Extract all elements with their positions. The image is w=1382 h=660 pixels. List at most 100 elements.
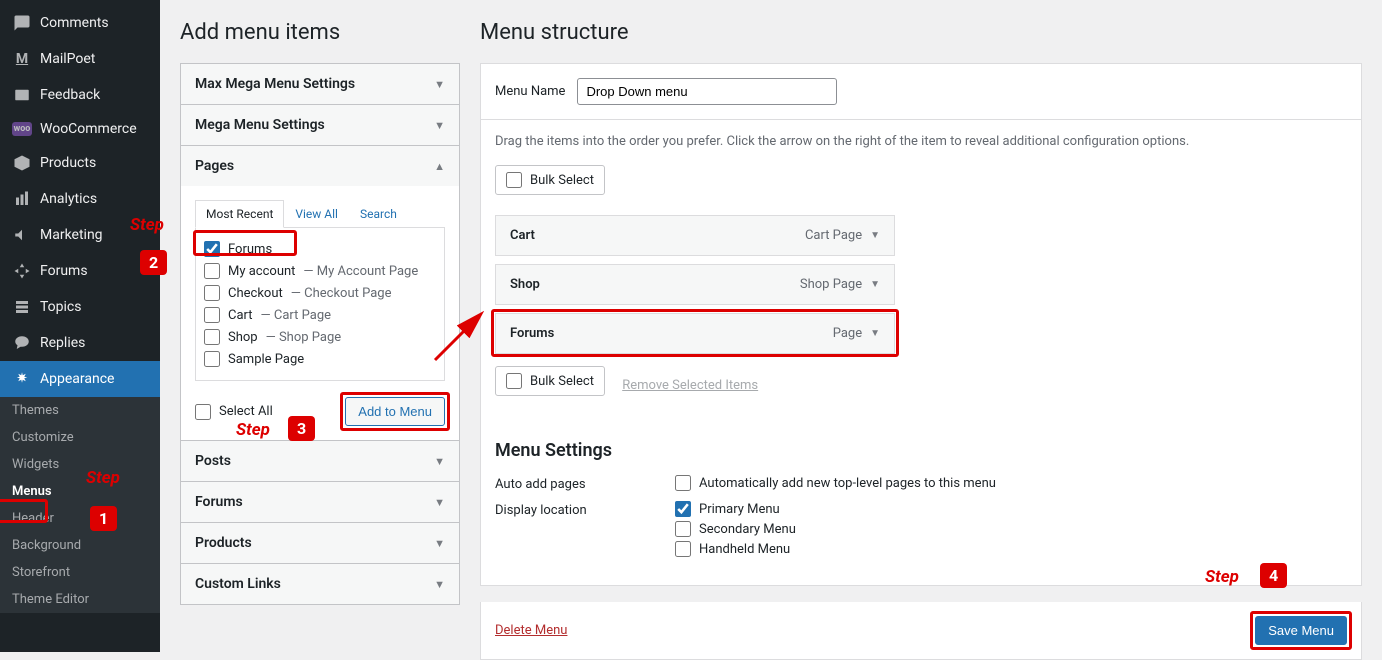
accordion-pages-header[interactable]: Pages ▲ — [181, 146, 459, 186]
menu-name-row: Menu Name — [480, 63, 1362, 119]
checkbox-secondary-menu[interactable] — [675, 521, 691, 537]
menu-structure-title: Menu structure — [480, 20, 1362, 45]
accordion-forums[interactable]: Forums ▼ — [180, 482, 460, 523]
sidebar-item-label: Forums — [40, 263, 88, 279]
sidebar-item-label: Topics — [40, 299, 81, 315]
sidebar-item-label: MailPoet — [40, 51, 95, 67]
sidebar-item-appearance[interactable]: Appearance — [0, 361, 160, 397]
accordion-label: Max Mega Menu Settings — [195, 76, 355, 92]
menu-item-type: Cart Page — [805, 228, 862, 243]
sidebar-item-label: Replies — [40, 335, 85, 351]
bulk-select-checkbox-top[interactable] — [506, 172, 522, 188]
menu-item-cart[interactable]: Cart Cart Page ▼ — [495, 215, 895, 256]
structure-body: Drag the items into the order you prefer… — [480, 119, 1362, 586]
chevron-down-icon: ▼ — [434, 78, 445, 91]
location-primary-row[interactable]: Primary Menu — [675, 499, 796, 519]
accordion-label: Pages — [195, 158, 234, 174]
location-secondary-row[interactable]: Secondary Menu — [675, 519, 796, 539]
checkbox-sample-page[interactable] — [204, 351, 220, 367]
page-item-sample-page[interactable]: Sample Page — [204, 348, 436, 370]
bulk-select-top[interactable]: Bulk Select — [495, 165, 605, 195]
checkbox-select-all[interactable] — [195, 404, 211, 420]
menu-footer-bar: Delete Menu Save Menu — [480, 602, 1362, 660]
sidebar-item-label: Marketing — [40, 227, 103, 243]
page-item-checkout[interactable]: Checkout — Checkout Page — [204, 282, 436, 304]
tab-search[interactable]: Search — [349, 200, 408, 227]
sidebar-appearance-subgroup: Themes Customize Widgets Menus Header Ba… — [0, 397, 160, 613]
forums-icon — [12, 261, 32, 281]
accordion-max-mega-menu[interactable]: Max Mega Menu Settings ▼ — [180, 63, 460, 105]
page-item-my-account[interactable]: My account — My Account Page — [204, 260, 436, 282]
analytics-icon — [12, 189, 32, 209]
checkbox-primary-menu[interactable] — [675, 501, 691, 517]
sidebar-item-label: Feedback — [40, 87, 100, 103]
bulk-select-bottom[interactable]: Bulk Select — [495, 366, 605, 396]
accordion-mega-menu[interactable]: Mega Menu Settings ▼ — [180, 105, 460, 146]
add-to-menu-button[interactable]: Add to Menu — [345, 397, 445, 426]
sidebar-subitem-background[interactable]: Background — [0, 532, 160, 559]
location-handheld-row[interactable]: Handheld Menu — [675, 539, 796, 559]
accordion-products[interactable]: Products ▼ — [180, 523, 460, 564]
tab-view-all[interactable]: View All — [284, 200, 349, 227]
accordion-pages: Pages ▲ Most Recent View All Search Foru… — [180, 146, 460, 441]
chevron-up-icon: ▲ — [434, 160, 445, 173]
chevron-down-icon[interactable]: ▼ — [870, 279, 880, 290]
page-suffix: — Shop Page — [266, 330, 342, 345]
sidebar-item-mailpoet[interactable]: M MailPoet — [0, 41, 160, 77]
checkbox-cart[interactable] — [204, 307, 220, 323]
chevron-down-icon[interactable]: ▼ — [870, 328, 880, 339]
topics-icon — [12, 297, 32, 317]
bulk-select-label: Bulk Select — [530, 173, 594, 188]
delete-menu-link[interactable]: Delete Menu — [495, 623, 567, 638]
tab-most-recent[interactable]: Most Recent — [195, 200, 284, 228]
sidebar-item-comments[interactable]: Comments — [0, 5, 160, 41]
display-location-label: Display location — [495, 499, 675, 559]
sidebar-item-feedback[interactable]: Feedback — [0, 77, 160, 113]
sidebar-item-replies[interactable]: Replies — [0, 325, 160, 361]
menu-item-shop[interactable]: Shop Shop Page ▼ — [495, 264, 895, 305]
checkbox-checkout[interactable] — [204, 285, 220, 301]
sidebar-subitem-widgets[interactable]: Widgets — [0, 451, 160, 478]
sidebar-item-topics[interactable]: Topics — [0, 289, 160, 325]
sidebar-item-forums[interactable]: Forums — [0, 253, 160, 289]
sidebar-subitem-storefront[interactable]: Storefront — [0, 559, 160, 586]
accordion-custom-links[interactable]: Custom Links ▼ — [180, 564, 460, 605]
feedback-icon — [12, 85, 32, 105]
sidebar-item-products[interactable]: Products — [0, 145, 160, 181]
checkbox-handheld-menu[interactable] — [675, 541, 691, 557]
save-menu-button[interactable]: Save Menu — [1255, 616, 1347, 645]
page-item-shop[interactable]: Shop — Shop Page — [204, 326, 436, 348]
add-items-title: Add menu items — [180, 20, 460, 45]
sidebar-item-label: WooCommerce — [40, 121, 137, 137]
auto-add-checkbox-row[interactable]: Automatically add new top-level pages to… — [675, 473, 996, 493]
menu-item-forums[interactable]: Forums Page ▼ — [495, 313, 895, 354]
sidebar-item-marketing[interactable]: Marketing — [0, 217, 160, 253]
page-suffix: — Cart Page — [261, 308, 332, 323]
menu-name-input[interactable] — [577, 78, 837, 105]
sidebar-subitem-header[interactable]: Header — [0, 505, 160, 532]
sidebar-subitem-theme-editor[interactable]: Theme Editor — [0, 586, 160, 613]
checkbox-shop[interactable] — [204, 329, 220, 345]
page-item-cart[interactable]: Cart — Cart Page — [204, 304, 436, 326]
chevron-down-icon[interactable]: ▼ — [870, 230, 880, 241]
bulk-select-checkbox-bottom[interactable] — [506, 373, 522, 389]
checkbox-auto-add[interactable] — [675, 475, 691, 491]
sidebar-subitem-menus[interactable]: Menus — [0, 478, 160, 505]
pages-tabs: Most Recent View All Search — [195, 200, 445, 228]
sidebar-item-analytics[interactable]: Analytics — [0, 181, 160, 217]
mailpoet-icon: M — [12, 49, 32, 69]
accordion-label: Products — [195, 535, 252, 551]
select-all-row[interactable]: Select All — [195, 401, 273, 423]
page-item-forums[interactable]: Forums — [204, 238, 436, 260]
sidebar-subitem-customize[interactable]: Customize — [0, 424, 160, 451]
sidebar-item-label: Comments — [40, 15, 109, 31]
checkbox-my-account[interactable] — [204, 263, 220, 279]
checkbox-forums[interactable] — [204, 241, 220, 257]
accordion-posts[interactable]: Posts ▼ — [180, 441, 460, 482]
chevron-down-icon: ▼ — [434, 119, 445, 132]
sidebar-item-woocommerce[interactable]: woo WooCommerce — [0, 113, 160, 145]
remove-selected-link[interactable]: Remove Selected Items — [622, 378, 758, 393]
pages-list: Forums My account — My Account Page Chec… — [195, 228, 445, 381]
main-content: Step 1 Step 2 Step 3 Step 4 Add menu ite… — [160, 0, 1382, 652]
sidebar-subitem-themes[interactable]: Themes — [0, 397, 160, 424]
